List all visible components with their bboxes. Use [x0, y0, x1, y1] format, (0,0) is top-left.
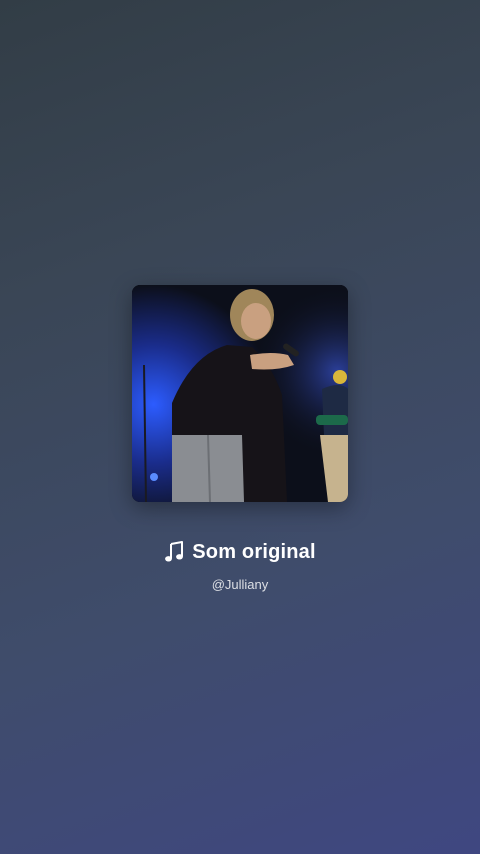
album-cover[interactable] [132, 285, 348, 502]
cover-image [132, 285, 348, 502]
sound-title-text: Som original [192, 541, 316, 563]
sound-author[interactable]: @Julliany [0, 576, 480, 594]
sound-title[interactable]: Som original [0, 538, 480, 566]
music-note-icon [164, 541, 184, 563]
